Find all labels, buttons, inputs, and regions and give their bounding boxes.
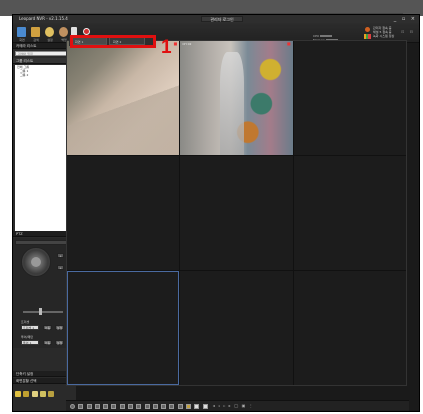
preset-select[interactable]: 프리셋 1 (21, 325, 39, 330)
layout-split-10-icon[interactable] (152, 404, 158, 409)
backup-icon[interactable] (59, 27, 68, 37)
title-bar: Leopard NVR - v2.1.15.4 관리자 로그인 _ ▫ × (13, 15, 419, 23)
tour-go-button[interactable]: 이동 (43, 340, 52, 345)
toolbar-right-buttons[interactable]: ⊡ ⊟ (401, 29, 415, 34)
layout-split-7-icon[interactable] (127, 404, 133, 409)
layout-buttons (15, 391, 55, 398)
layout-panel-title: 화면분할 선택 (16, 379, 37, 383)
preset-set-button[interactable]: 설정 (55, 325, 64, 330)
focus-near-button[interactable]: + (57, 265, 64, 270)
camera-1-video-floor (67, 41, 180, 155)
camera-2-close-icon[interactable]: ■ (287, 41, 291, 46)
monitor-icon[interactable] (17, 27, 26, 37)
layout-split-5-icon[interactable] (111, 404, 117, 409)
toolbar-label-live: 화면 (19, 38, 25, 42)
layout-custom-icon[interactable] (48, 391, 55, 397)
preset-label: 프리셋 (21, 320, 30, 324)
user-status-line-3: 녹화 시스템 정상 (373, 34, 395, 38)
shortcut-panel-title: 단축키 설정 (16, 372, 34, 376)
camera-list-title: 카메라 리스트 (16, 44, 37, 48)
search-db-icon[interactable] (31, 27, 40, 37)
bottom-toolbar: ◂ ◃ ▹ ▸ ◯ ▣ ⋮ (66, 400, 409, 411)
bottom-settings-icon[interactable] (70, 404, 75, 409)
layout-split-8-icon[interactable] (136, 404, 142, 409)
sequence-icon[interactable] (185, 404, 191, 409)
annotation-callout-number: 1 (161, 37, 172, 58)
camera-cell-5[interactable] (180, 156, 293, 270)
tour-set-button[interactable]: 설정 (55, 340, 64, 345)
camera-cell-3[interactable] (293, 41, 406, 155)
layout-16-icon[interactable] (39, 391, 46, 397)
layout-split-11-icon[interactable] (161, 404, 167, 409)
layout-9-icon[interactable] (31, 391, 38, 397)
annotation-highlight-box (70, 35, 156, 48)
zoom-in-button[interactable]: + (57, 253, 64, 258)
settings-icon[interactable] (45, 27, 54, 37)
group-list-title: 그룹 리스트 (16, 59, 34, 63)
camera-2-video-subject (219, 52, 245, 155)
layout-1-icon[interactable] (15, 391, 21, 397)
tour-label: 투어/패턴 (21, 335, 34, 339)
app-title: Leopard NVR - v2.1.15.4 (19, 16, 68, 21)
window-controls[interactable]: _ ▫ × (394, 16, 417, 22)
ptz-speed-slider[interactable] (23, 311, 63, 313)
layout-split-4-icon[interactable] (103, 404, 109, 409)
tour-select[interactable]: 투어 1 (21, 340, 39, 345)
ptz-title: PTZ (16, 232, 23, 236)
nvr-app-window: Leopard NVR - v2.1.15.4 관리자 로그인 _ ▫ × 화면… (12, 14, 420, 412)
user-icon[interactable] (365, 27, 370, 32)
layout-split-9-icon[interactable] (144, 404, 150, 409)
preset-go-button[interactable]: 이동 (43, 325, 52, 330)
layout-split-12-icon[interactable] (169, 404, 175, 409)
fullscreen-icon[interactable] (194, 404, 200, 409)
snapshot-icon[interactable] (202, 404, 208, 409)
layout-split-3-icon[interactable] (94, 404, 100, 409)
camera-cell-6[interactable] (293, 156, 406, 270)
layout-split-6-icon[interactable] (119, 404, 125, 409)
disk-usage-icon (364, 34, 371, 39)
screenshot-frame: Leopard NVR - v2.1.15.4 관리자 로그인 _ ▫ × 화면… (0, 0, 423, 414)
toolbar-label-settings: 설정 (47, 38, 53, 42)
toolbar-label-search: 검색 (33, 38, 39, 42)
layout-split-2-icon[interactable] (86, 404, 92, 409)
login-status-title[interactable]: 관리자 로그인 (201, 16, 243, 22)
camera-cell-2[interactable]: CH 02 ■ (180, 41, 293, 155)
ptz-speed-slider-knob[interactable] (39, 308, 42, 315)
camera-cell-9[interactable] (293, 271, 406, 385)
layout-4-icon[interactable] (23, 391, 30, 397)
ptz-joystick-center[interactable] (31, 257, 41, 267)
playback-controls[interactable]: ◂ ◃ ▹ ▸ ◯ ▣ ⋮ (213, 403, 254, 408)
record-icon[interactable] (83, 28, 90, 35)
camera-cell-1[interactable]: ■ (67, 41, 180, 155)
camera-cell-7[interactable] (67, 271, 180, 385)
camera-2-label: CH 02 (182, 42, 192, 46)
camera-cell-4[interactable] (67, 156, 180, 270)
camera-1-close-icon[interactable]: ■ (174, 41, 178, 46)
camera-cell-8[interactable] (180, 271, 293, 385)
user-status-lines: 관리자 접속 중 채널 5 접속 중 녹화 시스템 정상 (373, 26, 394, 38)
cpu-bar (320, 35, 333, 37)
layout-split-13-icon[interactable] (177, 404, 183, 409)
layout-split-1-icon[interactable] (78, 404, 84, 409)
camera-grid: ■ CH 02 ■ (66, 40, 407, 386)
